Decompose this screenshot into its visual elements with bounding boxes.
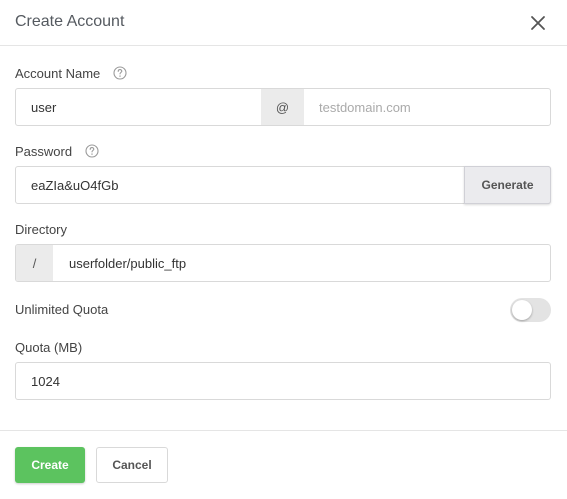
- quota-field: [15, 362, 551, 400]
- account-name-label: Account Name: [15, 66, 101, 81]
- password-input[interactable]: [31, 167, 456, 203]
- footer-divider: [0, 430, 567, 431]
- dialog-header: Create Account: [0, 0, 567, 46]
- quota-label: Quota (MB): [15, 340, 83, 355]
- quota-input[interactable]: [31, 363, 536, 399]
- directory-prefix-addon: /: [16, 245, 53, 281]
- unlimited-quota-toggle[interactable]: [510, 298, 551, 322]
- dialog-title: Create Account: [15, 13, 125, 30]
- directory-field-group: /: [15, 244, 551, 282]
- close-icon[interactable]: [529, 14, 547, 32]
- password-help-icon[interactable]: [85, 144, 99, 158]
- account-name-field-group: @: [15, 88, 551, 126]
- directory-input[interactable]: [69, 245, 539, 281]
- password-field-group: Generate: [15, 166, 551, 204]
- directory-label: Directory: [15, 222, 68, 237]
- password-label-row: Password: [15, 144, 99, 160]
- generate-password-button[interactable]: Generate: [464, 166, 551, 204]
- account-name-input[interactable]: [31, 89, 256, 125]
- account-name-label-row: Account Name: [15, 66, 127, 82]
- domain-input[interactable]: [319, 89, 544, 125]
- password-label: Password: [15, 144, 73, 159]
- toggle-knob: [512, 300, 532, 320]
- unlimited-quota-label: Unlimited Quota: [15, 302, 109, 317]
- create-account-dialog: Create Account Account Name @ Password: [0, 0, 567, 499]
- at-symbol-addon: @: [261, 89, 304, 125]
- create-button[interactable]: Create: [15, 447, 85, 483]
- account-name-help-icon[interactable]: [113, 66, 127, 80]
- cancel-button[interactable]: Cancel: [96, 447, 168, 483]
